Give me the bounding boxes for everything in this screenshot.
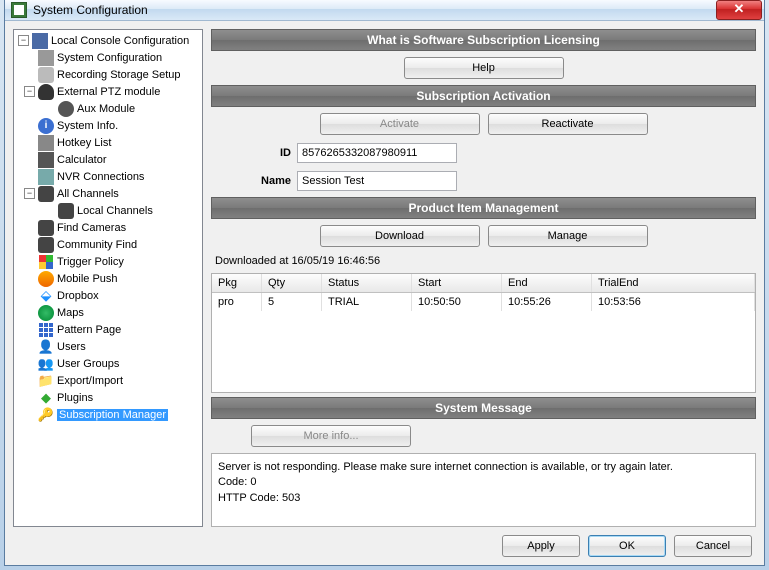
dropbox-icon: ⬙	[38, 288, 54, 304]
dialog-window: System Configuration ✕ − Local Console C…	[4, 0, 765, 566]
msg-line3: HTTP Code: 503	[218, 491, 749, 506]
info-icon: i	[38, 118, 54, 134]
table-header-row: Pkg Qty Status Start End TrialEnd	[212, 274, 755, 293]
tree-item-commfind[interactable]: Community Find	[14, 236, 202, 253]
tree-item-allch[interactable]: −All Channels	[14, 185, 202, 202]
config-icon	[38, 50, 54, 66]
plugin-icon: ◆	[38, 390, 54, 406]
dialog-buttons: Apply OK Cancel	[13, 527, 756, 557]
tree-item-users[interactable]: 👤Users	[14, 338, 202, 355]
content-panel: What is Software Subscription Licensing …	[211, 29, 756, 527]
id-label: ID	[251, 147, 291, 159]
apply-button[interactable]: Apply	[502, 535, 580, 557]
camera-search-icon	[38, 220, 54, 236]
tree-item-localch[interactable]: Local Channels	[14, 202, 202, 219]
collapse-icon[interactable]: −	[24, 86, 35, 97]
col-pkg[interactable]: Pkg	[212, 274, 262, 292]
name-label: Name	[251, 175, 291, 187]
tree-item-plugins[interactable]: ◆Plugins	[14, 389, 202, 406]
app-icon	[11, 2, 27, 18]
grid-icon	[32, 33, 48, 49]
nvr-icon	[38, 169, 54, 185]
window-title: System Configuration	[33, 3, 716, 17]
download-timestamp: Downloaded at 16/05/19 16:46:56	[211, 253, 756, 269]
tree-item-expimp[interactable]: 📁Export/Import	[14, 372, 202, 389]
groups-icon: 👥	[38, 356, 54, 372]
tree-item-nvr[interactable]: NVR Connections	[14, 168, 202, 185]
ptz-icon	[38, 84, 54, 100]
tree-item-groups[interactable]: 👥User Groups	[14, 355, 202, 372]
aux-icon	[58, 101, 74, 117]
calculator-icon	[38, 152, 54, 168]
tree-item-trigger[interactable]: Trigger Policy	[14, 253, 202, 270]
maps-icon	[38, 305, 54, 321]
col-end[interactable]: End	[502, 274, 592, 292]
tree-item-dropbox[interactable]: ⬙Dropbox	[14, 287, 202, 304]
nav-tree[interactable]: − Local Console Configuration System Con…	[13, 29, 203, 527]
table-row[interactable]: pro 5 TRIAL 10:50:50 10:55:26 10:53:56	[212, 293, 755, 311]
dialog-body: − Local Console Configuration System Con…	[5, 21, 764, 565]
reactivate-button[interactable]: Reactivate	[488, 113, 648, 135]
cancel-button[interactable]: Cancel	[674, 535, 752, 557]
manage-button[interactable]: Manage	[488, 225, 648, 247]
msg-line2: Code: 0	[218, 475, 749, 490]
product-table[interactable]: Pkg Qty Status Start End TrialEnd pro 5 …	[211, 273, 756, 393]
name-field[interactable]	[297, 171, 457, 191]
section-activation: Subscription Activation	[211, 85, 756, 107]
close-button[interactable]: ✕	[716, 0, 762, 20]
section-sysmsg: System Message	[211, 397, 756, 419]
collapse-icon[interactable]: −	[18, 35, 29, 46]
col-qty[interactable]: Qty	[262, 274, 322, 292]
download-button[interactable]: Download	[320, 225, 480, 247]
tree-item-calc[interactable]: Calculator	[14, 151, 202, 168]
camera-icon	[38, 186, 54, 202]
camera-icon	[58, 203, 74, 219]
key-icon: 🔑	[38, 407, 54, 423]
tree-item-maps[interactable]: Maps	[14, 304, 202, 321]
section-what: What is Software Subscription Licensing	[211, 29, 756, 51]
tree-item-hotkey[interactable]: Hotkey List	[14, 134, 202, 151]
collapse-icon[interactable]: −	[24, 188, 35, 199]
titlebar[interactable]: System Configuration ✕	[5, 0, 764, 21]
pattern-icon	[38, 322, 54, 338]
storage-icon	[38, 67, 54, 83]
moreinfo-button[interactable]: More info...	[251, 425, 411, 447]
community-icon	[38, 237, 54, 253]
tree-item-mobile[interactable]: Mobile Push	[14, 270, 202, 287]
tree-item-sysconfig[interactable]: System Configuration	[14, 49, 202, 66]
trigger-icon	[38, 254, 54, 270]
id-field[interactable]	[297, 143, 457, 163]
keyboard-icon	[38, 135, 54, 151]
msg-line1: Server is not responding. Please make su…	[218, 460, 749, 475]
tree-item-ptz[interactable]: −External PTZ module	[14, 83, 202, 100]
tree-item-submgr[interactable]: 🔑Subscription Manager	[14, 406, 202, 423]
tree-item-findcam[interactable]: Find Cameras	[14, 219, 202, 236]
tree-item-sysinfo[interactable]: iSystem Info.	[14, 117, 202, 134]
tree-root-label: Local Console Configuration	[51, 35, 189, 47]
tree-item-pattern[interactable]: Pattern Page	[14, 321, 202, 338]
col-status[interactable]: Status	[322, 274, 412, 292]
section-product: Product Item Management	[211, 197, 756, 219]
activate-button[interactable]: Activate	[320, 113, 480, 135]
mobile-icon	[38, 271, 54, 287]
help-button[interactable]: Help	[404, 57, 564, 79]
users-icon: 👤	[38, 339, 54, 355]
ok-button[interactable]: OK	[588, 535, 666, 557]
export-icon: 📁	[38, 373, 54, 389]
col-trial[interactable]: TrialEnd	[592, 274, 755, 292]
tree-item-aux[interactable]: Aux Module	[14, 100, 202, 117]
tree-root[interactable]: − Local Console Configuration	[14, 32, 202, 49]
tree-item-recstore[interactable]: Recording Storage Setup	[14, 66, 202, 83]
system-message: Server is not responding. Please make su…	[211, 453, 756, 527]
col-start[interactable]: Start	[412, 274, 502, 292]
